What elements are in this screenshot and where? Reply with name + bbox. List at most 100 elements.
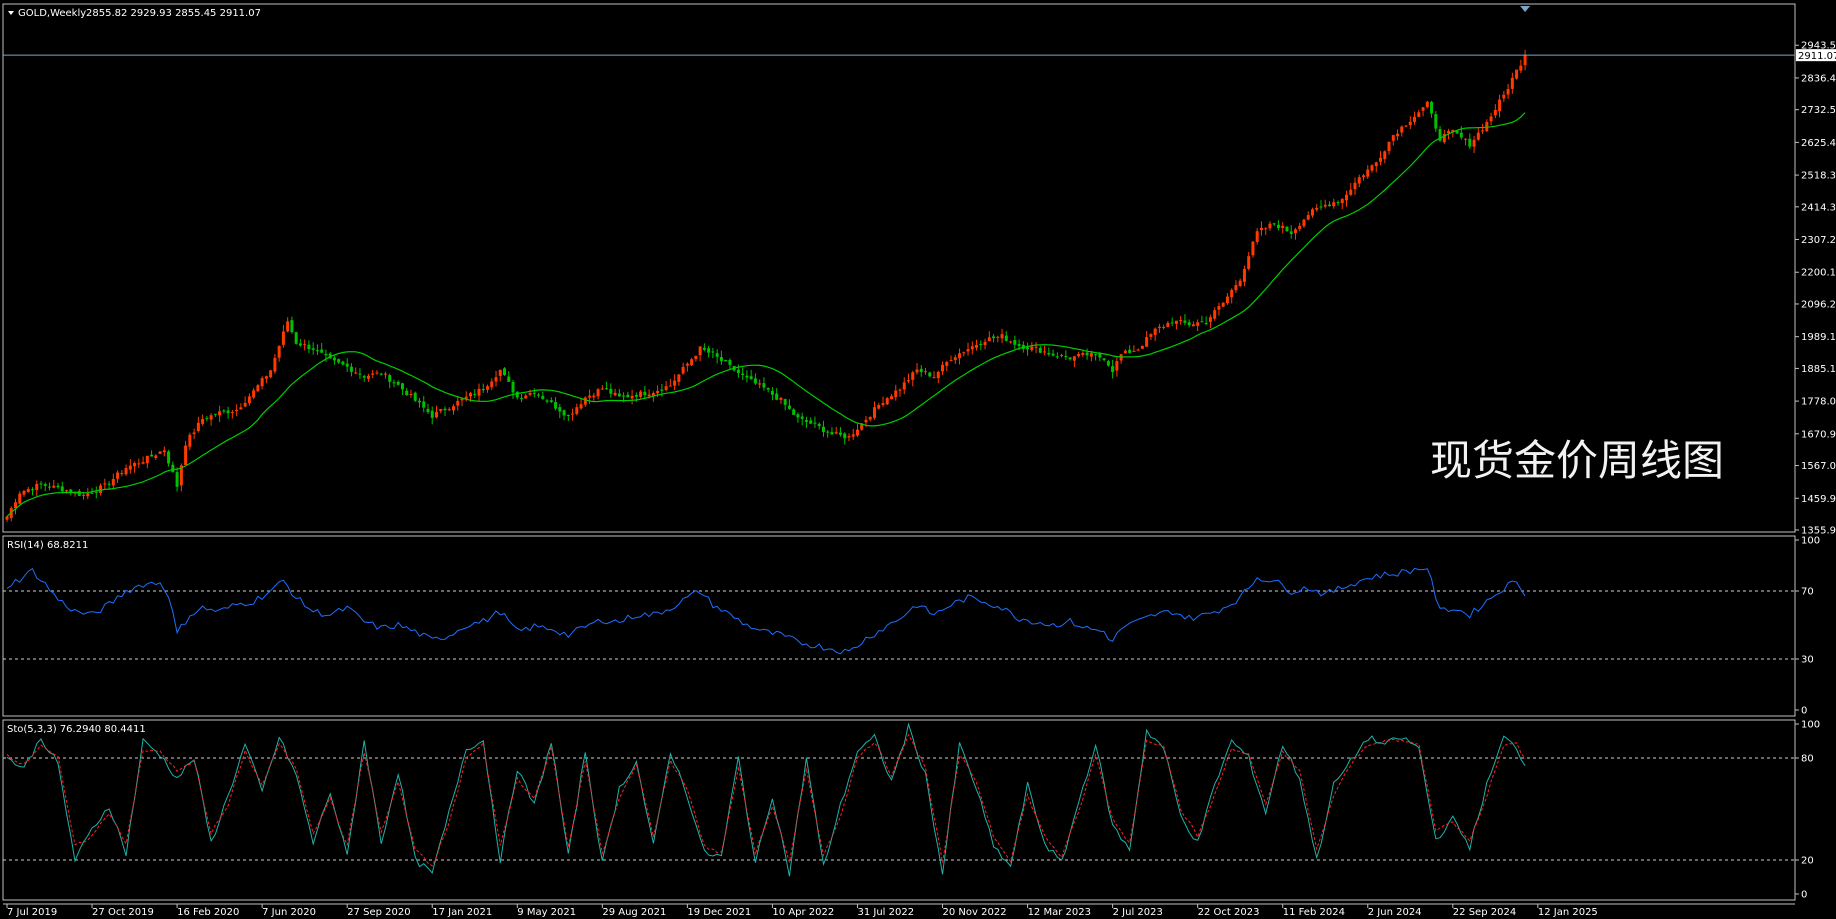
candle-body: [872, 407, 876, 418]
candle-body: [1289, 231, 1293, 234]
time-tick-label: 20 Nov 2022: [943, 907, 1007, 918]
candle-body: [945, 361, 949, 366]
candle-body: [626, 394, 630, 398]
candle-body: [158, 451, 162, 454]
candle-body: [1064, 356, 1068, 358]
candle-body: [817, 423, 821, 427]
candle-body: [962, 352, 966, 354]
time-tick-label: 11 Feb 2024: [1283, 907, 1345, 918]
candle-body: [1298, 225, 1302, 229]
candle-body: [473, 393, 477, 395]
candle-body: [775, 393, 779, 400]
candle-body: [281, 331, 285, 345]
rsi-title: RSI(14) 68.8211: [7, 540, 88, 551]
candle-body: [558, 407, 562, 412]
candle-body: [175, 472, 179, 487]
candle-body: [736, 369, 740, 374]
candle-body: [685, 363, 689, 366]
time-tick-label: 2 Jun 2024: [1368, 907, 1422, 918]
time-tick-label: 10 Apr 2022: [772, 907, 834, 918]
candle-body: [1047, 352, 1051, 355]
candle-body: [613, 392, 617, 396]
price-tick-label: 1885.15: [1801, 364, 1836, 375]
candle-body: [749, 376, 753, 380]
candle-body: [1281, 225, 1285, 228]
candle-body: [103, 483, 107, 485]
candle-body: [1310, 209, 1314, 216]
stochastic-series-line-2: [6, 733, 1526, 867]
candle-body: [1332, 202, 1336, 207]
candle-body: [1408, 121, 1412, 126]
candle-body: [1174, 320, 1178, 324]
candle-body: [1276, 224, 1280, 228]
candle-body: [137, 463, 141, 465]
candle-body: [1196, 322, 1200, 326]
ohlc-values: 2855.82 2929.93 2855.45 2911.07: [86, 8, 261, 19]
candle-body: [1366, 169, 1370, 177]
candle-body: [400, 383, 404, 390]
candle-body: [396, 381, 400, 385]
candle-body: [787, 405, 791, 409]
candle-body: [1430, 101, 1434, 114]
candle-body: [277, 345, 281, 358]
candle-body: [1264, 228, 1268, 230]
candle-body: [758, 383, 762, 385]
candle-body: [1004, 335, 1008, 341]
candle-body: [320, 349, 324, 353]
candle-body: [145, 455, 149, 464]
candle-body: [1213, 310, 1217, 319]
candle-body: [966, 349, 970, 352]
candle-body: [303, 344, 307, 346]
candle-body: [1145, 337, 1149, 347]
candle-body: [503, 368, 507, 376]
candle-body: [188, 434, 192, 447]
candle-body: [949, 360, 953, 362]
candle-body: [826, 431, 830, 433]
candle-body: [562, 410, 566, 416]
price-tick-label: 1778.05: [1801, 397, 1836, 408]
pane-frame-sto: [2, 719, 1796, 901]
candle-body: [639, 391, 643, 397]
stochastic-tick-label: 80: [1801, 754, 1814, 765]
candle-body: [349, 366, 353, 372]
candle-body: [417, 400, 421, 403]
candle-body: [792, 409, 796, 415]
candle-body: [469, 393, 473, 397]
candle-body: [524, 395, 528, 399]
candle-body: [1413, 116, 1417, 122]
candle-body: [707, 348, 711, 353]
stochastic-tick-label: 100: [1801, 720, 1820, 731]
time-tick-label: 29 Aug 2021: [602, 907, 666, 918]
candle-body: [1379, 157, 1383, 162]
candle-body: [889, 396, 893, 400]
candle-body: [868, 416, 872, 420]
candle-body: [855, 429, 859, 436]
candle-body: [464, 396, 468, 399]
candle-body: [1319, 206, 1323, 208]
candle-body: [800, 416, 804, 419]
candle-body: [932, 376, 936, 378]
candle-body: [617, 393, 621, 397]
stochastic-series-line-1: [6, 722, 1526, 877]
candle-body: [196, 422, 200, 432]
candle-body: [1510, 77, 1514, 89]
candle-body: [851, 434, 855, 437]
candle-body: [1259, 227, 1263, 231]
candle-body: [43, 484, 47, 486]
candle-body: [796, 414, 800, 418]
candle-body: [498, 369, 502, 376]
price-tick-label: 1567.00: [1801, 461, 1836, 472]
candle-body: [388, 375, 392, 382]
candle-body: [847, 436, 851, 438]
candle-body: [128, 465, 132, 470]
candle-body: [354, 372, 358, 374]
candle-body: [167, 451, 171, 464]
candle-body: [702, 347, 706, 350]
candle-body: [222, 410, 226, 412]
candle-body: [724, 359, 728, 362]
candle-body: [919, 368, 923, 373]
time-tick-label: 27 Sep 2020: [347, 907, 410, 918]
candle-body: [647, 394, 651, 397]
candle-body: [1132, 350, 1136, 352]
candle-body: [643, 391, 647, 396]
